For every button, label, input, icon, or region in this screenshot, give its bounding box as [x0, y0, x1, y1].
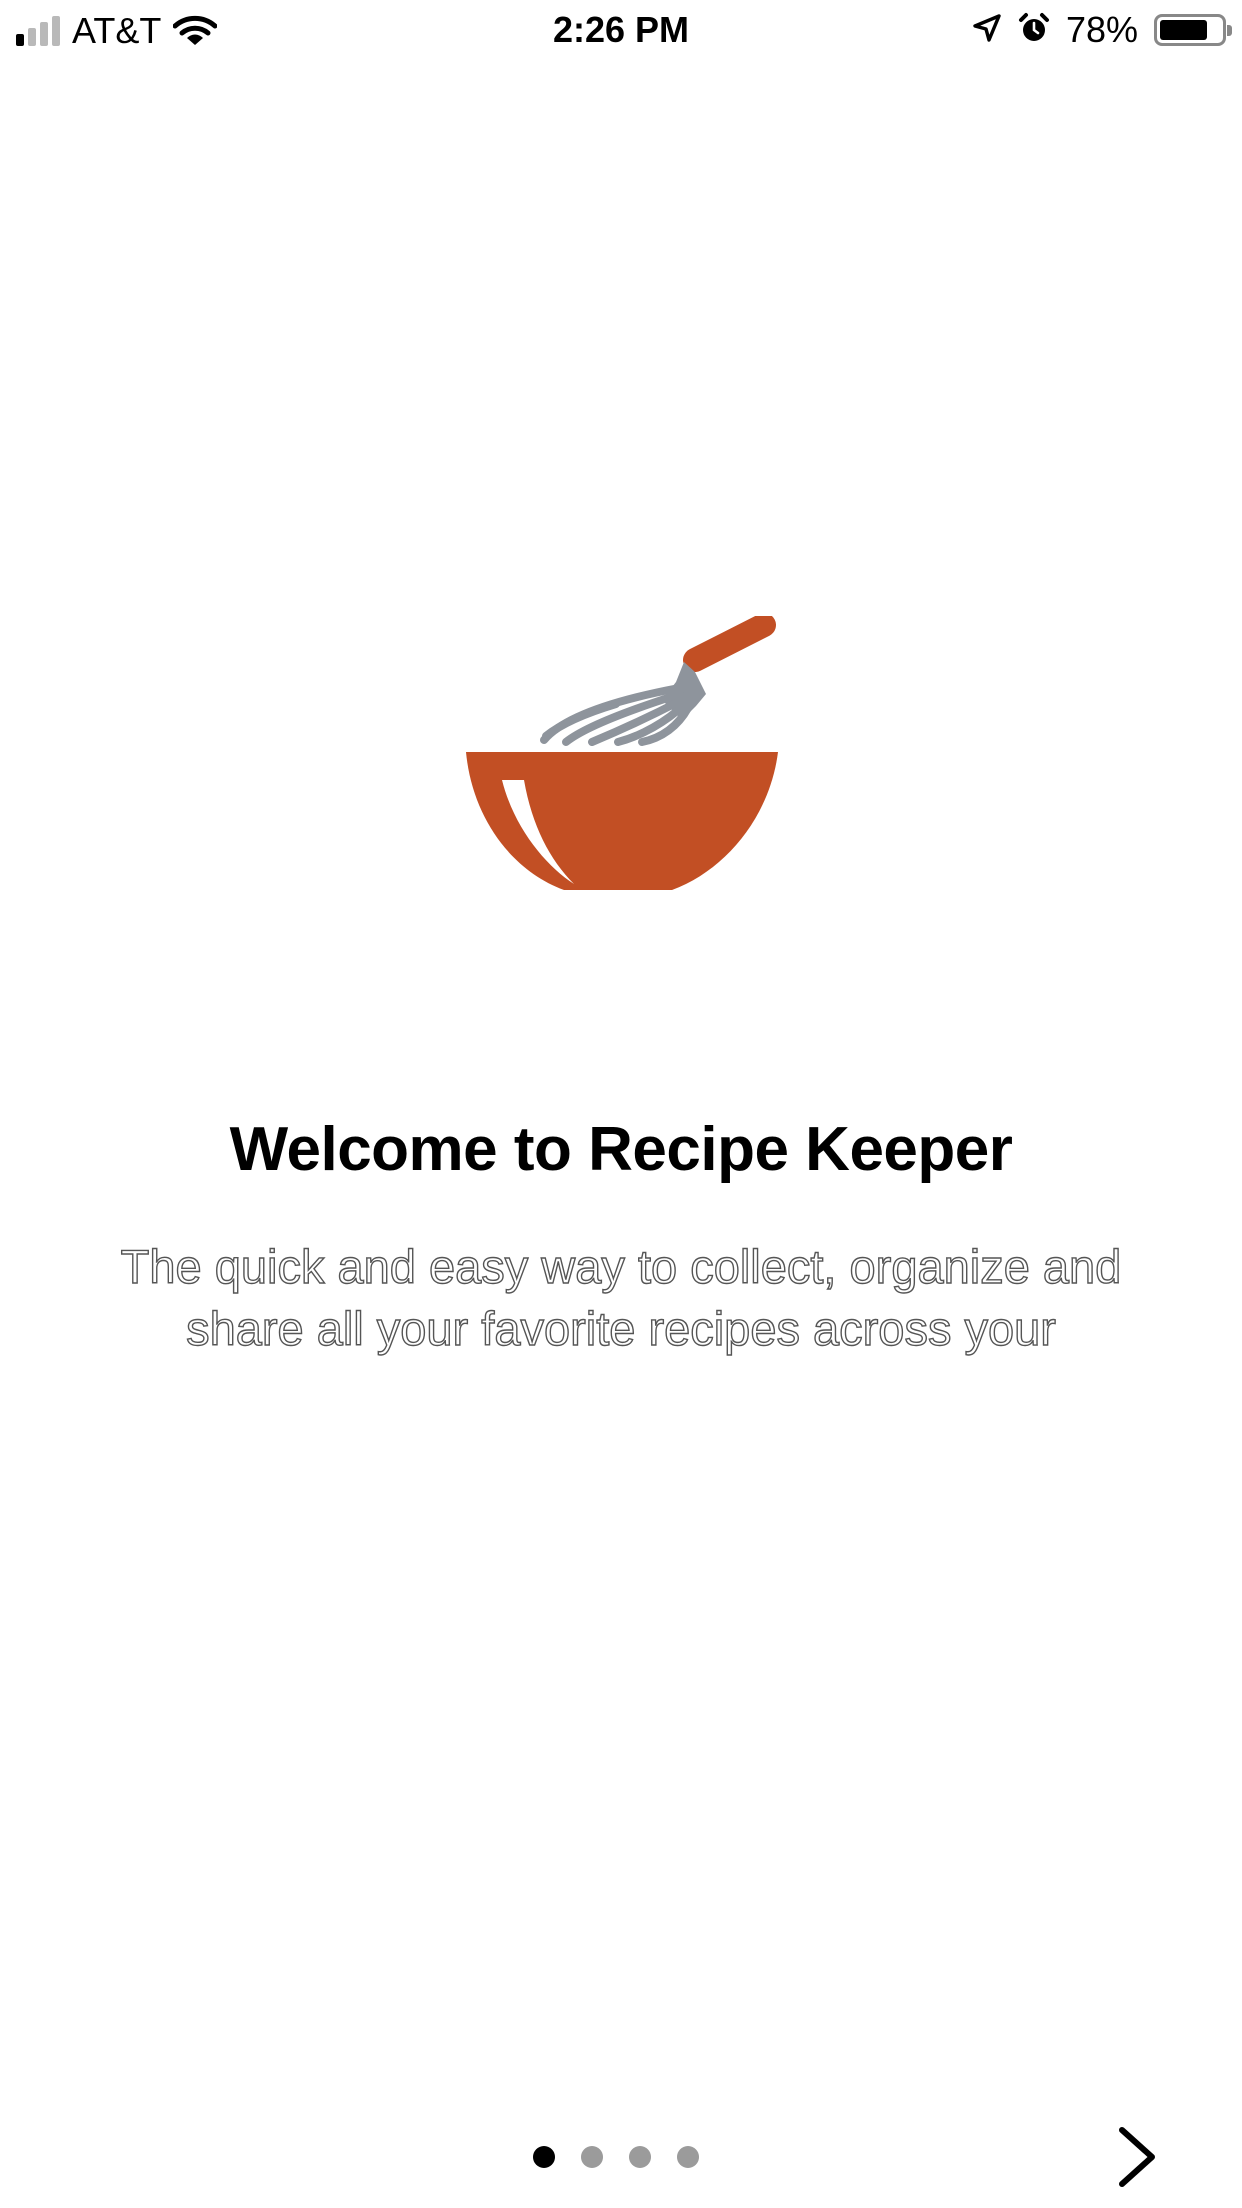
location-arrow-icon: [972, 13, 1002, 48]
status-right: 78%: [972, 9, 1232, 50]
battery-percent: 78%: [1065, 9, 1138, 50]
page-dot-3[interactable]: [629, 2146, 651, 2168]
page-indicator[interactable]: [0, 2146, 1242, 2168]
page-dot-1[interactable]: [533, 2146, 555, 2168]
next-button[interactable]: [1112, 2124, 1164, 2190]
status-bar: AT&T 2:26 PM 78%: [0, 0, 1242, 62]
battery-icon: [1154, 14, 1232, 46]
page-dot-4[interactable]: [677, 2146, 699, 2168]
welcome-description: The quick and easy way to collect, organ…: [120, 1239, 1122, 1355]
whisk-bowl-logo: [466, 613, 778, 900]
page-dot-2[interactable]: [581, 2146, 603, 2168]
battery-level: [1160, 20, 1207, 40]
alarm-icon: [1018, 12, 1050, 49]
chevron-right-icon: [1119, 2127, 1155, 2187]
welcome-title: Welcome to Recipe Keeper: [229, 1115, 1013, 1184]
